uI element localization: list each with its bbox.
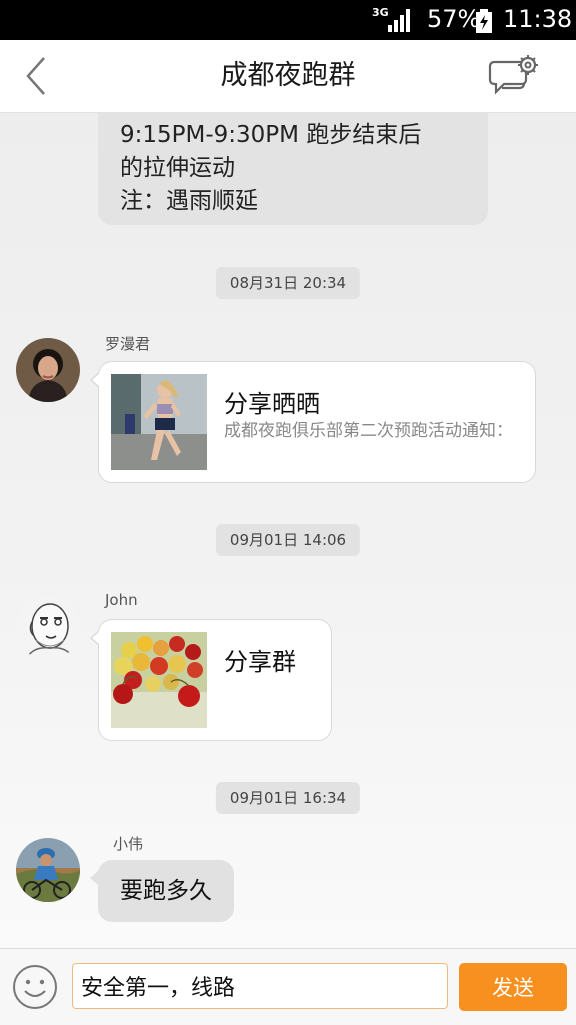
- sender-name: John: [105, 591, 138, 609]
- share-card[interactable]: 分享群: [90, 619, 332, 741]
- sender-name: 小伟: [113, 835, 144, 853]
- chat-settings-icon: [488, 55, 538, 95]
- sender-name: 罗漫君: [105, 335, 151, 353]
- card-title: 分享群: [224, 648, 296, 676]
- cherries-photo: [111, 632, 207, 728]
- share-card[interactable]: 分享晒晒 成都夜跑俱乐部第二次预跑活动通知：: [90, 361, 536, 483]
- user-photo: [16, 338, 80, 402]
- smiley-icon: [13, 965, 57, 1009]
- card-thumbnail: [111, 374, 207, 470]
- message-text-line: 的拉伸运动: [120, 155, 235, 181]
- avatar[interactable]: [16, 338, 80, 402]
- battery-charging-icon: [476, 9, 492, 33]
- message-input-bar: 发送: [0, 948, 576, 1025]
- status-bar: 3G 57% 11:38: [0, 0, 576, 40]
- timestamp-badge: 08月31日 20:34: [215, 267, 361, 299]
- back-button[interactable]: [18, 54, 58, 98]
- user-photo: [16, 838, 80, 902]
- message-list[interactable]: 9:15PM-9:30PM 跑步结束后 的拉伸运动 注：遇雨顺延 08月31日 …: [0, 113, 576, 948]
- card-thumbnail: [111, 632, 207, 728]
- network-type: 3G: [372, 6, 389, 19]
- group-settings-button[interactable]: [488, 52, 544, 100]
- battery-percent: 57%: [427, 5, 481, 33]
- message-input[interactable]: [72, 963, 448, 1009]
- send-button[interactable]: 发送: [459, 963, 567, 1011]
- emoji-button[interactable]: [12, 964, 58, 1010]
- timestamp-badge: 09月01日 14:06: [215, 524, 361, 556]
- card-title: 分享晒晒: [224, 390, 320, 418]
- timestamp-badge: 09月01日 16:34: [215, 782, 361, 814]
- avatar[interactable]: [16, 596, 80, 660]
- previous-message-bubble: 9:15PM-9:30PM 跑步结束后 的拉伸运动 注：遇雨顺延: [98, 113, 488, 225]
- chevron-left-icon: [26, 57, 45, 95]
- signal-icon: [388, 9, 410, 32]
- user-photo: [16, 596, 80, 660]
- chat-header: 成都夜跑群: [0, 40, 576, 113]
- message-text-line: 9:15PM-9:30PM 跑步结束后: [120, 122, 422, 148]
- card-description: 成都夜跑俱乐部第二次预跑活动通知：: [224, 421, 513, 441]
- message-text-line: 注：遇雨顺延: [120, 188, 258, 214]
- avatar[interactable]: [16, 838, 80, 902]
- text-message-bubble[interactable]: 要跑多久: [90, 860, 234, 922]
- clock: 11:38: [503, 5, 573, 33]
- runner-photo: [111, 374, 207, 470]
